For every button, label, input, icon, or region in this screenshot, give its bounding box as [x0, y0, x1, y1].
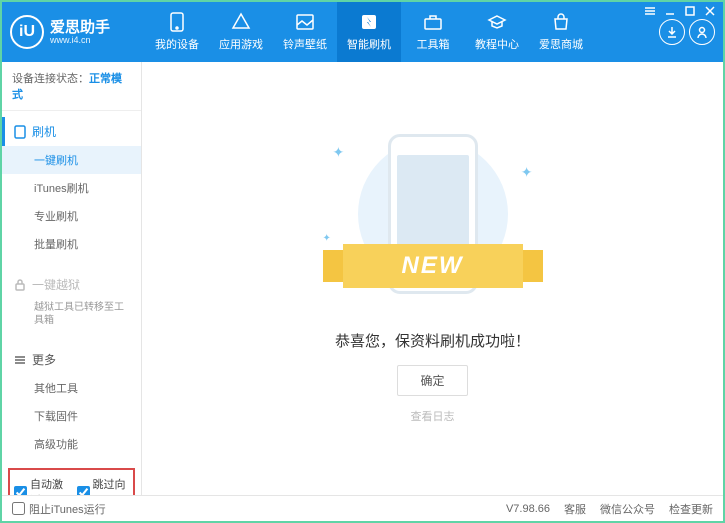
sidebar-item-other-tools[interactable]: 其他工具: [2, 374, 141, 402]
sidebar-item-pro-flash[interactable]: 专业刷机: [2, 202, 141, 230]
nav-smart-flash[interactable]: 智能刷机: [337, 2, 401, 62]
nav-store[interactable]: 爱思商城: [529, 2, 593, 62]
close-icon[interactable]: [703, 4, 717, 18]
app-title: 爱思助手: [50, 20, 110, 35]
block-itunes-checkbox[interactable]: 阻止iTunes运行: [12, 501, 106, 517]
check-update-link[interactable]: 检查更新: [669, 501, 713, 517]
options-row: 自动激活 跳过向导: [8, 468, 135, 495]
download-button[interactable]: [659, 19, 685, 45]
store-icon: [551, 12, 571, 32]
nav-apps-games[interactable]: 应用游戏: [209, 2, 273, 62]
toolbox-icon: [423, 12, 443, 32]
phone-icon: [14, 125, 26, 139]
success-illustration: ✦ ✦ ✦ NEW: [303, 134, 563, 314]
header: iU 爱思助手 www.i4.cn 我的设备 应用游戏 铃声壁纸 智能刷机 工具…: [2, 2, 723, 62]
new-ribbon: NEW: [323, 244, 543, 288]
jailbreak-note: 越狱工具已转移至工具箱: [2, 299, 141, 333]
logo-icon: iU: [10, 15, 44, 49]
nav-ringtone-wallpaper[interactable]: 铃声壁纸: [273, 2, 337, 62]
maximize-icon[interactable]: [683, 4, 697, 18]
nav: 我的设备 应用游戏 铃声壁纸 智能刷机 工具箱 教程中心 爱思商城: [145, 2, 659, 62]
apps-icon: [231, 12, 251, 32]
tutorial-icon: [487, 12, 507, 32]
version-label: V7.98.66: [506, 503, 550, 515]
footer: 阻止iTunes运行 V7.98.66 客服 微信公众号 检查更新: [2, 495, 723, 521]
connection-status: 设备连接状态：正常模式: [2, 62, 141, 111]
lock-icon: [14, 279, 26, 291]
skip-guide-checkbox[interactable]: 跳过向导: [77, 476, 130, 495]
minimize-icon[interactable]: [663, 4, 677, 18]
main-content: ✦ ✦ ✦ NEW 恭喜您，保资料刷机成功啦！ 确定 查看日志: [142, 62, 723, 495]
nav-my-device[interactable]: 我的设备: [145, 2, 209, 62]
user-button[interactable]: [689, 19, 715, 45]
sidebar-item-batch-flash[interactable]: 批量刷机: [2, 230, 141, 258]
sidebar-jailbreak-header: 一键越狱: [2, 270, 141, 299]
sidebar-item-itunes-flash[interactable]: iTunes刷机: [2, 174, 141, 202]
list-icon: [14, 354, 26, 366]
sidebar-flash-header[interactable]: 刷机: [2, 117, 141, 146]
auto-activate-checkbox[interactable]: 自动激活: [14, 476, 67, 495]
menu-icon[interactable]: [643, 4, 657, 18]
sidebar: 设备连接状态：正常模式 刷机 一键刷机 iTunes刷机 专业刷机 批量刷机 一…: [2, 62, 142, 495]
nav-toolbox[interactable]: 工具箱: [401, 2, 465, 62]
wallpaper-icon: [295, 12, 315, 32]
sidebar-item-advanced[interactable]: 高级功能: [2, 430, 141, 458]
wechat-link[interactable]: 微信公众号: [600, 501, 655, 517]
sidebar-more-header[interactable]: 更多: [2, 345, 141, 374]
nav-tutorial[interactable]: 教程中心: [465, 2, 529, 62]
customer-service-link[interactable]: 客服: [564, 501, 586, 517]
flash-icon: [359, 12, 379, 32]
app-url: www.i4.cn: [50, 35, 110, 45]
success-message: 恭喜您，保资料刷机成功啦！: [335, 330, 530, 351]
phone-icon: [167, 12, 187, 32]
ok-button[interactable]: 确定: [397, 365, 467, 396]
sidebar-item-download-firmware[interactable]: 下载固件: [2, 402, 141, 430]
logo[interactable]: iU 爱思助手 www.i4.cn: [10, 15, 145, 49]
sidebar-item-oneclick-flash[interactable]: 一键刷机: [2, 146, 141, 174]
view-log-link[interactable]: 查看日志: [411, 408, 455, 424]
